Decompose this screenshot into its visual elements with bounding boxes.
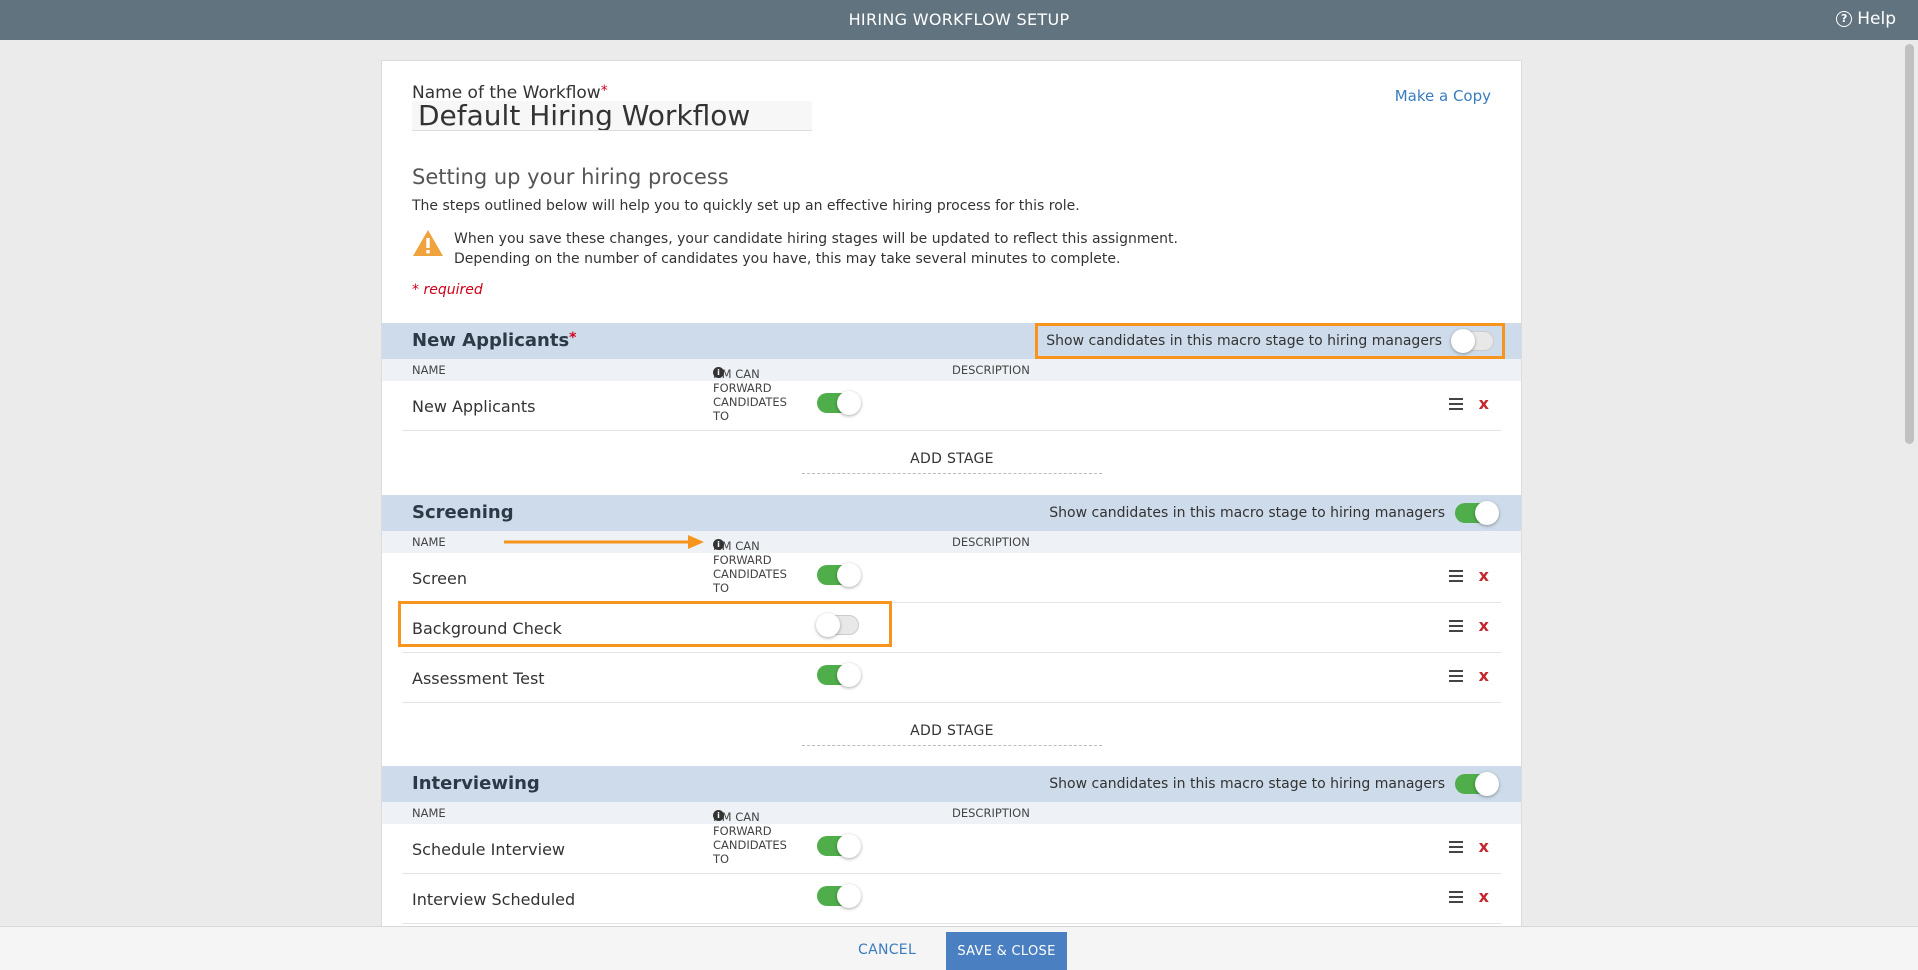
- delete-x-icon[interactable]: x: [1479, 394, 1489, 413]
- show-to-hm-control: Show candidates in this macro stage to h…: [1041, 766, 1505, 802]
- show-to-hm-toggle[interactable]: [1451, 329, 1494, 353]
- macro-stage-title: Interviewing: [412, 773, 540, 794]
- question-circle-icon: ?: [1836, 11, 1853, 27]
- warning-line-2: Depending on the number of candidates yo…: [454, 251, 1121, 267]
- help-link[interactable]: ? Help: [1836, 9, 1896, 29]
- stage-name: Screen: [412, 569, 468, 588]
- page-title: HIRING WORKFLOW SETUP: [848, 10, 1070, 29]
- column-header-description: DESCRIPTION: [952, 806, 1030, 820]
- required-star: *: [569, 330, 577, 346]
- column-header-name: NAME: [412, 806, 446, 820]
- section-title: Setting up your hiring process: [412, 165, 729, 189]
- drag-handle-icon[interactable]: [1449, 841, 1463, 853]
- warning-line-1: When you save these changes, your candid…: [454, 231, 1178, 247]
- workflow-name-input[interactable]: [412, 101, 812, 131]
- drag-handle-icon[interactable]: [1449, 670, 1463, 682]
- hm-forward-toggle[interactable]: [817, 563, 861, 587]
- stage-name: New Applicants: [412, 397, 536, 416]
- warning-triangle-icon: [413, 230, 443, 256]
- stage-name: Background Check: [412, 619, 562, 638]
- workflow-name-label: Name of the Workflow*: [412, 83, 608, 103]
- hm-forward-toggle[interactable]: [817, 391, 861, 415]
- column-header-name: NAME: [412, 363, 446, 377]
- stage-name: Interview Scheduled: [412, 890, 576, 909]
- required-star: *: [600, 83, 608, 99]
- column-headers: NAME HM CAN FORWARD CANDIDATES TO i DESCR…: [382, 531, 1521, 595]
- delete-x-icon[interactable]: x: [1479, 887, 1489, 906]
- stage-row-background-check: Background Check x: [402, 603, 1501, 653]
- info-circle-icon[interactable]: i: [713, 367, 724, 378]
- macro-stage-header-new-applicants: New Applicants* Show candidates in this …: [382, 323, 1521, 359]
- save-and-close-button[interactable]: SAVE & CLOSE: [946, 932, 1067, 970]
- stage-name: Schedule Interview: [412, 840, 566, 859]
- show-to-hm-toggle[interactable]: [1455, 772, 1499, 796]
- hm-forward-toggle[interactable]: [817, 834, 861, 858]
- make-copy-link[interactable]: Make a Copy: [1395, 87, 1491, 105]
- stage-row-interview-scheduled: Interview Scheduled x: [402, 874, 1501, 924]
- show-to-hm-control: Show candidates in this macro stage to h…: [1041, 495, 1505, 531]
- show-to-hm-control: Show candidates in this macro stage to h…: [1035, 323, 1505, 359]
- delete-x-icon[interactable]: x: [1479, 566, 1489, 585]
- macro-stage-header-interviewing: Interviewing Show candidates in this mac…: [382, 766, 1521, 802]
- delete-x-icon[interactable]: x: [1479, 837, 1489, 856]
- drag-handle-icon[interactable]: [1449, 620, 1463, 632]
- scrollbar-thumb[interactable]: [1905, 44, 1914, 444]
- show-to-hm-label: Show candidates in this macro stage to h…: [1049, 776, 1445, 792]
- show-to-hm-label: Show candidates in this macro stage to h…: [1046, 333, 1442, 349]
- workflow-panel: Name of the Workflow* Make a Copy Settin…: [381, 60, 1522, 932]
- hm-forward-toggle[interactable]: [817, 663, 861, 687]
- required-note: * required: [412, 282, 483, 298]
- column-header-description: DESCRIPTION: [952, 363, 1030, 377]
- info-circle-icon[interactable]: i: [713, 810, 724, 821]
- show-to-hm-label: Show candidates in this macro stage to h…: [1049, 505, 1445, 521]
- annotation-arrow-icon: [504, 535, 704, 549]
- hm-forward-toggle[interactable]: [817, 884, 861, 908]
- column-headers: NAME HM CAN FORWARD CANDIDATES TO i DESCR…: [382, 359, 1521, 423]
- add-stage-button[interactable]: ADD STAGE: [802, 723, 1102, 746]
- section-description: The steps outlined below will help you t…: [412, 198, 1080, 214]
- column-header-description: DESCRIPTION: [952, 535, 1030, 549]
- footer-bar: CANCEL SAVE & CLOSE: [0, 926, 1918, 970]
- stage-row-schedule-interview: Schedule Interview x: [402, 824, 1501, 874]
- add-stage-button[interactable]: ADD STAGE: [802, 451, 1102, 474]
- stage-row-screen: Screen x: [402, 553, 1501, 603]
- column-header-name: NAME: [412, 535, 446, 549]
- stage-row-assessment-test: Assessment Test x: [402, 653, 1501, 703]
- cancel-button[interactable]: CANCEL: [852, 941, 922, 959]
- warning-message: When you save these changes, your candid…: [412, 229, 1491, 269]
- hm-forward-toggle[interactable]: [816, 613, 859, 637]
- top-bar: HIRING WORKFLOW SETUP ? Help: [0, 0, 1918, 40]
- delete-x-icon[interactable]: x: [1479, 616, 1489, 635]
- info-circle-icon[interactable]: i: [713, 539, 724, 550]
- column-headers: NAME HM CAN FORWARD CANDIDATES TO i DESCR…: [382, 802, 1521, 866]
- drag-handle-icon[interactable]: [1449, 570, 1463, 582]
- drag-handle-icon[interactable]: [1449, 398, 1463, 410]
- delete-x-icon[interactable]: x: [1479, 666, 1489, 685]
- macro-stage-title: Screening: [412, 502, 514, 523]
- stage-row-new-applicants: New Applicants x: [402, 381, 1501, 431]
- show-to-hm-toggle[interactable]: [1455, 501, 1499, 525]
- macro-stage-header-screening: Screening Show candidates in this macro …: [382, 495, 1521, 531]
- help-label: Help: [1857, 9, 1896, 29]
- macro-stage-title: New Applicants: [412, 330, 570, 351]
- drag-handle-icon[interactable]: [1449, 891, 1463, 903]
- stage-name: Assessment Test: [412, 669, 545, 688]
